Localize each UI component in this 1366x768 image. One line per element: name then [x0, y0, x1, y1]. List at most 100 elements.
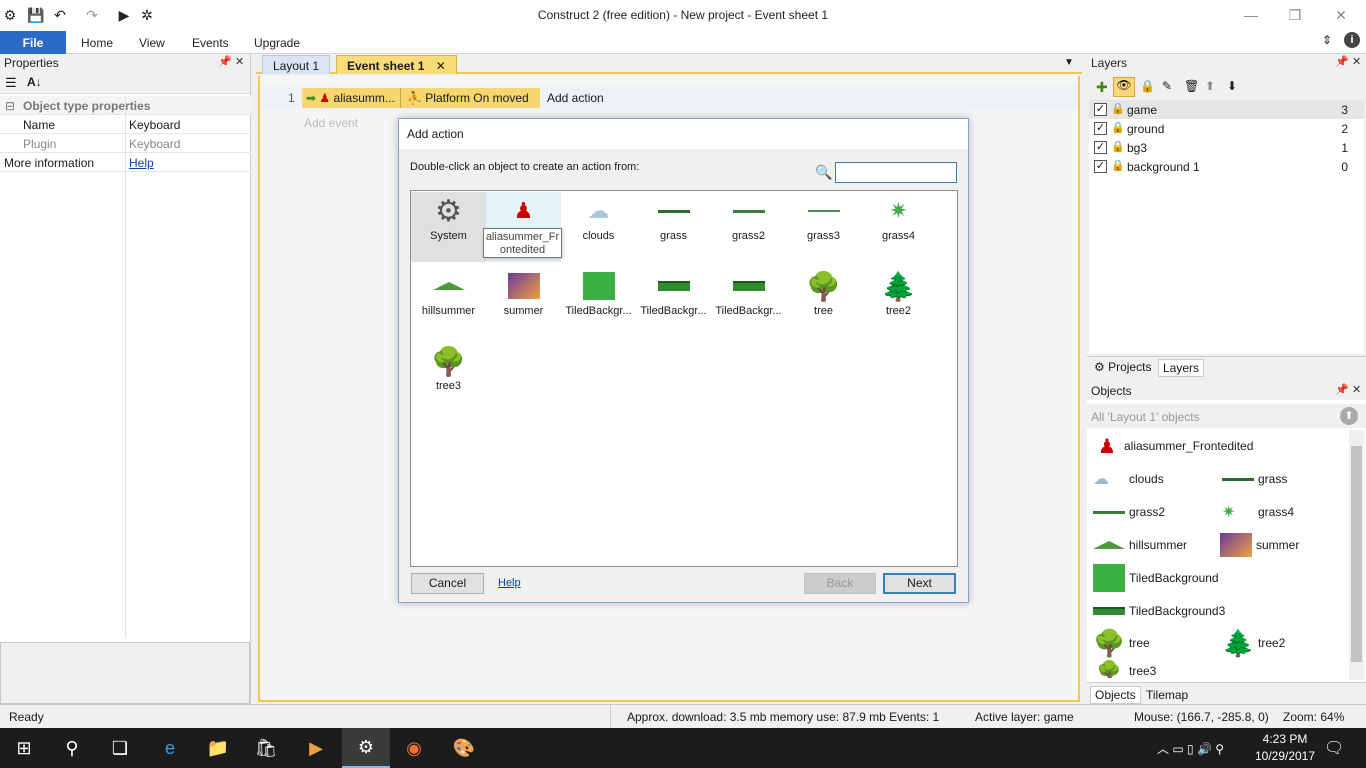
- event-object-block[interactable]: ➡ ♟ aliasumm...: [302, 88, 400, 108]
- checkbox[interactable]: ✓: [1094, 160, 1107, 173]
- close-icon[interactable]: ✕: [1352, 55, 1361, 68]
- close-icon[interactable]: ✕: [235, 55, 244, 68]
- help-link[interactable]: Help: [129, 156, 154, 170]
- layer-row[interactable]: ✓ 🔒 bg3 1: [1089, 138, 1364, 157]
- file-menu-button[interactable]: File: [0, 31, 66, 54]
- object-item[interactable]: ♟ aliasummer_Frontedited: [1098, 432, 1253, 460]
- file-explorer-icon[interactable]: 📁: [194, 728, 242, 768]
- layer-row[interactable]: ✓ 🔒 ground 2: [1089, 119, 1364, 138]
- object-item[interactable]: TiledBackground: [1093, 564, 1219, 592]
- pin-icon[interactable]: 📌: [218, 55, 232, 68]
- tab-tilemap[interactable]: Tilemap: [1142, 687, 1192, 703]
- grid-item-tree3[interactable]: 🌳 tree3: [411, 342, 486, 412]
- tab-events[interactable]: Events: [192, 36, 229, 50]
- grid-item-tree[interactable]: 🌳 tree: [786, 267, 861, 337]
- ribbon-collapse-icon[interactable]: ⇕: [1322, 33, 1332, 47]
- layer-row[interactable]: ✓ 🔒 background 1 0: [1089, 157, 1364, 176]
- task-view-icon[interactable]: ❏: [96, 728, 144, 768]
- lock-icon[interactable]: 🔒: [1140, 79, 1155, 93]
- checkbox[interactable]: ✓: [1094, 103, 1107, 116]
- object-item[interactable]: ✷ grass4: [1222, 503, 1294, 521]
- checkbox[interactable]: ✓: [1094, 141, 1107, 154]
- object-item[interactable]: 🌳 tree: [1093, 628, 1150, 658]
- notification-icon[interactable]: 🗨: [1324, 738, 1344, 758]
- pin-icon[interactable]: 📌: [1335, 55, 1349, 68]
- move-up-icon[interactable]: ⬆: [1205, 79, 1215, 93]
- layer-row[interactable]: ✓ 🔒 game 3: [1089, 100, 1364, 119]
- clock-date[interactable]: 10/29/2017: [1251, 749, 1319, 763]
- grid-item-grass4[interactable]: ✷ grass4: [861, 192, 936, 262]
- close-icon[interactable]: ✕: [1352, 383, 1361, 396]
- object-item[interactable]: TiledBackground3: [1093, 602, 1225, 620]
- close-tab-icon[interactable]: ✕: [436, 59, 446, 73]
- delete-icon[interactable]: 🗑: [1184, 79, 1199, 93]
- grid-item-tree2[interactable]: 🌲 tree2: [861, 267, 936, 337]
- tray-icons[interactable]: ︿ ▭ ▯ 🔊 ⚲: [1157, 740, 1224, 757]
- grid-item-hillsummer[interactable]: hillsummer: [411, 267, 486, 337]
- object-item[interactable]: hillsummer: [1093, 536, 1187, 554]
- cancel-button[interactable]: Cancel: [411, 573, 484, 594]
- tab-projects[interactable]: ⚙ Projects: [1090, 359, 1155, 375]
- add-event-link[interactable]: Add event: [304, 116, 358, 130]
- property-value[interactable]: Keyboard: [129, 118, 180, 132]
- start-icon[interactable]: ⊞: [0, 728, 48, 768]
- tab-dropdown-icon[interactable]: ▼: [1064, 57, 1074, 68]
- next-button[interactable]: Next: [883, 573, 956, 594]
- add-action-link[interactable]: Add action: [547, 91, 604, 105]
- grid-item-system[interactable]: ⚙ System: [411, 192, 486, 262]
- back-button[interactable]: Back: [804, 573, 876, 594]
- collapse-icon[interactable]: ⊟: [5, 99, 15, 113]
- categorized-icon[interactable]: ☰: [5, 75, 17, 91]
- event-condition[interactable]: ⛹ Platform On moved: [400, 88, 540, 108]
- object-item[interactable]: summer: [1220, 532, 1299, 558]
- object-item-clipped[interactable]: 🌳 tree3: [1089, 660, 1347, 679]
- tab-home[interactable]: Home: [81, 36, 113, 50]
- up-folder-icon[interactable]: ⬆: [1340, 407, 1358, 425]
- info-icon[interactable]: i: [1344, 32, 1360, 48]
- tab-event-sheet[interactable]: Event sheet 1 ✕: [336, 55, 457, 74]
- pin-icon[interactable]: 📌: [1335, 383, 1349, 396]
- object-item[interactable]: 🌲 tree2: [1222, 628, 1285, 658]
- paint-icon[interactable]: 🎨: [440, 728, 488, 768]
- lock-icon[interactable]: 🔒: [1111, 159, 1125, 172]
- lock-icon[interactable]: 🔒: [1111, 102, 1125, 115]
- grid-item-summer[interactable]: summer: [486, 267, 561, 337]
- lock-icon[interactable]: 🔒: [1111, 121, 1125, 134]
- grid-item-grass3[interactable]: grass3: [786, 192, 861, 262]
- search-input[interactable]: [835, 162, 957, 183]
- scrollbar-thumb[interactable]: [1351, 446, 1362, 662]
- store-icon[interactable]: 🛍: [242, 728, 290, 768]
- grid-item-clouds[interactable]: ☁ clouds: [561, 192, 636, 262]
- search-icon[interactable]: ⚲: [48, 728, 96, 768]
- help-link[interactable]: Help: [498, 577, 521, 589]
- checkbox[interactable]: ✓: [1094, 122, 1107, 135]
- tab-layers[interactable]: Layers: [1158, 359, 1205, 377]
- object-item[interactable]: grass: [1222, 470, 1287, 488]
- restore-icon[interactable]: ❐: [1272, 0, 1318, 30]
- event-row[interactable]: 1 ➡ ♟ aliasumm... ⛹ Platform On moved Ad…: [260, 86, 1078, 110]
- tab-upgrade[interactable]: Upgrade: [254, 36, 300, 50]
- edit-icon[interactable]: ✎: [1162, 79, 1172, 93]
- clock-time[interactable]: 4:23 PM: [1255, 732, 1315, 746]
- minimize-icon[interactable]: —: [1228, 0, 1274, 30]
- object-item[interactable]: grass2: [1093, 503, 1165, 521]
- grid-item-tiledbackground2[interactable]: TiledBackgr...: [636, 267, 711, 337]
- lock-icon[interactable]: 🔒: [1111, 140, 1125, 153]
- add-layer-icon[interactable]: ✚: [1096, 79, 1108, 96]
- visibility-icon[interactable]: 👁: [1113, 77, 1135, 97]
- object-item[interactable]: ☁ clouds: [1093, 470, 1164, 488]
- move-down-icon[interactable]: ⬇: [1227, 79, 1237, 93]
- tab-objects[interactable]: Objects: [1090, 686, 1141, 704]
- grid-item-tiledbackground3[interactable]: TiledBackgr...: [711, 267, 786, 337]
- grid-item-grass2[interactable]: grass2: [711, 192, 786, 262]
- firefox-icon[interactable]: ◉: [390, 728, 438, 768]
- grid-item-tiledbackground[interactable]: TiledBackgr...: [561, 267, 636, 337]
- media-player-icon[interactable]: ▶: [292, 728, 340, 768]
- close-icon[interactable]: ✕: [1318, 0, 1364, 30]
- tab-view[interactable]: View: [139, 36, 165, 50]
- edge-icon[interactable]: e: [146, 728, 194, 768]
- sort-az-icon[interactable]: A↓: [27, 75, 42, 89]
- grid-item-grass[interactable]: grass: [636, 192, 711, 262]
- tab-layout[interactable]: Layout 1: [262, 55, 331, 74]
- objects-scrollbar[interactable]: [1349, 430, 1364, 680]
